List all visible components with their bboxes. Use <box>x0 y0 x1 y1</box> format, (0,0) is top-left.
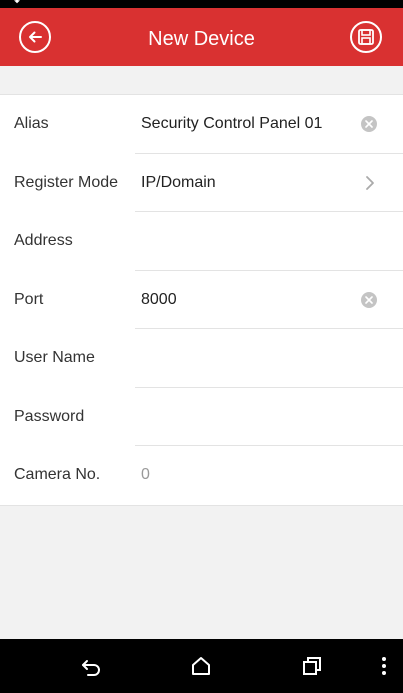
password-row[interactable]: Password <box>0 388 403 446</box>
camera-no-label: Camera No. <box>14 466 101 483</box>
password-label: Password <box>14 407 85 425</box>
camera-no-field[interactable]: 0 <box>141 446 150 504</box>
device-form: Alias Security Control Panel 01 Register… <box>0 94 403 506</box>
back-icon <box>82 660 100 676</box>
app-bar: New Device <box>0 8 403 66</box>
clear-icon[interactable] <box>361 116 377 132</box>
camera-no-row[interactable]: Camera No. 0 <box>0 446 403 505</box>
page-title: New Device <box>148 28 255 50</box>
recents-icon <box>303 657 321 675</box>
nav-menu-button[interactable] <box>371 653 397 679</box>
register-mode-row[interactable]: Register Mode IP/Domain <box>0 154 403 212</box>
address-label: Address <box>14 232 73 249</box>
port-field[interactable]: 8000 <box>141 271 177 329</box>
save-button[interactable] <box>350 21 382 53</box>
clear-icon[interactable] <box>361 291 377 308</box>
user-name-row[interactable]: User Name <box>0 329 403 388</box>
address-row[interactable]: Address <box>0 212 403 271</box>
status-left-icons: ⬇ <box>12 0 22 6</box>
nav-recents-button[interactable] <box>299 653 325 679</box>
system-nav-bar <box>0 639 403 693</box>
nav-home-button[interactable] <box>188 653 214 679</box>
port-label: Port <box>14 290 44 308</box>
home-icon <box>192 657 210 675</box>
register-mode-label: Register Mode <box>14 173 119 191</box>
user-name-label: User Name <box>14 349 95 366</box>
alias-row[interactable]: Alias Security Control Panel 01 <box>0 95 403 154</box>
port-row[interactable]: Port 8000 <box>0 271 403 329</box>
status-bar: ⬇ <box>0 0 403 8</box>
menu-icon <box>382 657 386 675</box>
chevron-right-icon <box>366 175 374 190</box>
nav-back-button[interactable] <box>78 653 104 679</box>
register-mode-value[interactable]: IP/Domain <box>141 154 216 212</box>
alias-label: Alias <box>14 115 49 132</box>
alias-field[interactable]: Security Control Panel 01 <box>141 95 322 153</box>
save-icon <box>358 29 374 45</box>
